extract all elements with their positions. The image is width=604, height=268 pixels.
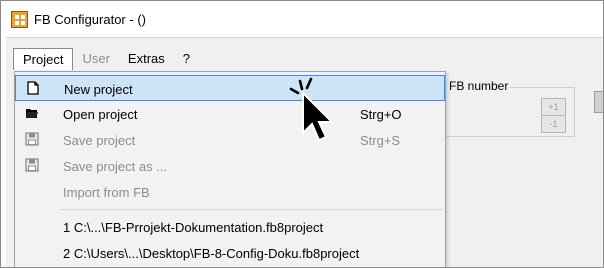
menu-help[interactable]: ? (174, 48, 199, 70)
menu-extras[interactable]: Extras (119, 48, 174, 70)
fb-number-label: FB number (447, 79, 511, 93)
menu-item-save-project-as[interactable]: Save project as ... (15, 153, 445, 179)
fb-number-decrement-button[interactable]: -1 (541, 115, 566, 133)
menu-item-label: New project (64, 82, 133, 97)
new-file-icon (27, 81, 39, 95)
recent-file-label: 2 C:\Users\...\Desktop\FB-8-Config-Doku.… (63, 246, 360, 261)
menu-project[interactable]: Project (13, 48, 74, 70)
menu-item-new-project[interactable]: New project (15, 75, 445, 101)
menu-item-label: Save project as ... (63, 159, 168, 174)
fb-number-increment-button[interactable]: +1 (541, 98, 566, 116)
menu-bar: Project User Extras ? (13, 48, 199, 70)
partially-hidden-button[interactable] (594, 91, 603, 113)
save-icon (25, 132, 39, 146)
recent-file-2[interactable]: 2 C:\Users\...\Desktop\FB-8-Config-Doku.… (15, 240, 445, 266)
menu-item-label: Save project (63, 133, 136, 148)
menu-item-save-project[interactable]: Save project Strg+S (15, 127, 445, 153)
menu-item-open-project[interactable]: Open project Strg+O (15, 101, 445, 127)
menu-item-import-from-fb[interactable]: Import from FB (15, 179, 445, 205)
title-bar: FB Configurator - () (1, 1, 603, 37)
app-icon (11, 11, 28, 28)
menu-item-shortcut: Strg+O (360, 107, 402, 122)
recent-file-1[interactable]: 1 C:\...\FB-Prrojekt-Dokumentation.fb8pr… (15, 214, 445, 240)
menu-item-label: Import from FB (63, 185, 150, 200)
window-title: FB Configurator - () (34, 12, 146, 27)
menu-item-shortcut: Strg+S (360, 133, 401, 148)
menu-user[interactable]: User (73, 48, 118, 70)
project-menu-dropdown: New project Open project Strg+O Save pro… (14, 71, 446, 267)
save-as-icon (25, 158, 39, 172)
mouse-pointer-icon (302, 91, 335, 142)
menu-separator (59, 209, 443, 210)
menu-item-label: Open project (63, 107, 138, 122)
open-folder-icon (26, 109, 38, 118)
app-window: FB Configurator - () Project User Extras… (0, 0, 604, 268)
recent-file-label: 1 C:\...\FB-Prrojekt-Dokumentation.fb8pr… (63, 220, 324, 235)
